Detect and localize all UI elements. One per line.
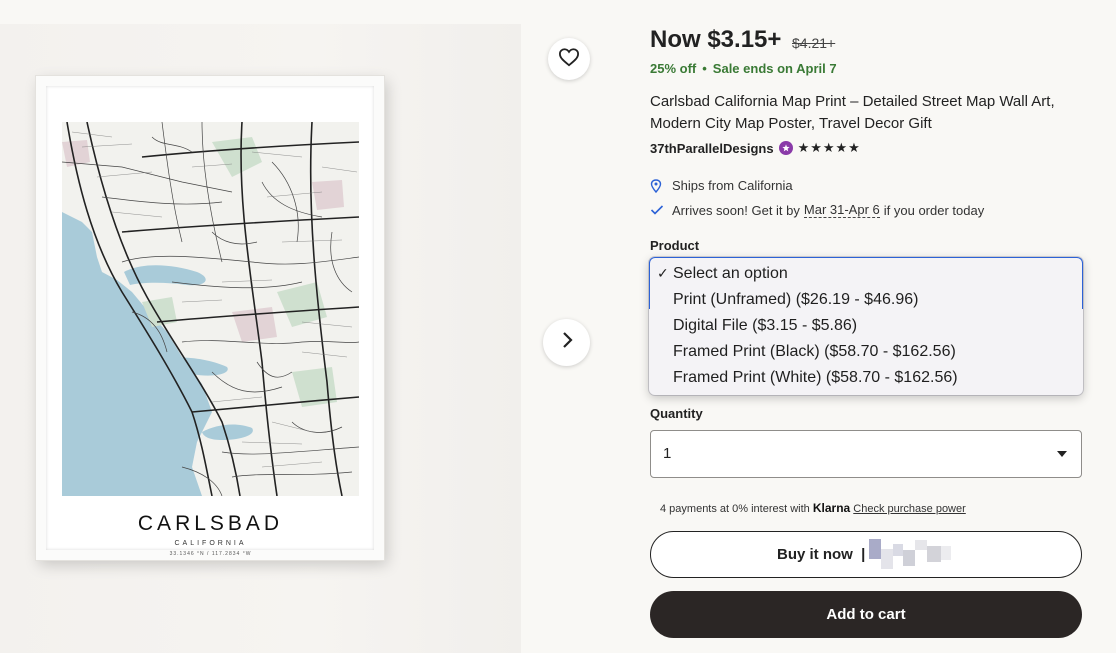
sale-info: 25% off • Sale ends on April 7 — [650, 61, 837, 76]
product-option-dropdown[interactable]: ✓ Select an option Print (Unframed) ($26… — [649, 257, 1083, 395]
quantity-select[interactable]: 1 — [650, 430, 1082, 478]
product-option-print-unframed[interactable]: Print (Unframed) ($26.19 - $46.96) — [649, 287, 1083, 313]
rating-stars[interactable]: ★★★★★ — [798, 140, 861, 156]
product-option-label: Product — [650, 238, 700, 253]
chevron-right-icon — [560, 330, 574, 355]
arrival-info: Arrives soon! Get it by Mar 31-Apr 6 if … — [650, 202, 984, 218]
current-price: Now $3.15+ — [650, 26, 782, 53]
shipping-origin: Ships from California — [650, 178, 793, 193]
poster-city-name: CARLSBAD — [137, 512, 284, 535]
klarna-brand: Klarna — [812, 501, 851, 515]
poster-state-name: CALIFORNIA — [174, 540, 247, 547]
product-option-framed-white[interactable]: Framed Print (White) ($58.70 - $162.56) — [649, 365, 1083, 391]
poster-coordinates: 33.1346 °N / 117.2834 °W — [169, 551, 252, 557]
quantity-value: 1 — [663, 445, 672, 462]
caret-down-icon — [1057, 451, 1067, 457]
ships-from-text: Ships from California — [672, 178, 793, 193]
arrival-text-pre: Arrives soon! Get it by — [672, 202, 800, 218]
location-pin-icon — [650, 178, 666, 193]
arrival-dates[interactable]: Mar 31-Apr 6 — [803, 202, 880, 218]
klarna-text: 4 payments at 0% interest with — [660, 503, 810, 515]
street-map-image — [62, 122, 359, 496]
buy-now-label: Buy it now | — [777, 546, 866, 563]
shop-info: 37thParallelDesigns ★★★★★ — [650, 140, 861, 156]
payment-logo-placeholder — [869, 532, 969, 579]
original-price: $4.21+ — [792, 35, 836, 51]
product-option-digital-file[interactable]: Digital File ($3.15 - $5.86) — [649, 313, 1083, 339]
heart-icon — [558, 47, 580, 72]
product-option-select-an-option[interactable]: ✓ Select an option — [649, 261, 1083, 287]
sale-end-label: Sale ends on April 7 — [712, 61, 837, 76]
klarna-check-link[interactable]: Check purchase power — [853, 503, 966, 515]
shop-name-link[interactable]: 37thParallelDesigns — [650, 141, 774, 156]
favorite-button[interactable] — [548, 38, 590, 80]
buy-now-button[interactable]: Buy it now | — [650, 531, 1082, 578]
checkmark-icon — [650, 204, 666, 216]
discount-label: 25% off — [650, 61, 697, 76]
selected-check-icon: ✓ — [657, 265, 669, 281]
quantity-label: Quantity — [650, 406, 703, 421]
product-option-framed-black[interactable]: Framed Print (Black) ($58.70 - $162.56) — [649, 339, 1083, 365]
klarna-info: 4 payments at 0% interest with Klarna Ch… — [660, 501, 966, 515]
separator-dot: • — [702, 61, 707, 76]
star-seller-badge-icon — [778, 141, 793, 155]
add-to-cart-button[interactable]: Add to cart — [650, 591, 1082, 638]
product-title: Carlsbad California Map Print – Detailed… — [650, 93, 1055, 132]
arrival-text-post: if you order today — [883, 202, 985, 218]
next-image-button[interactable] — [543, 319, 590, 366]
